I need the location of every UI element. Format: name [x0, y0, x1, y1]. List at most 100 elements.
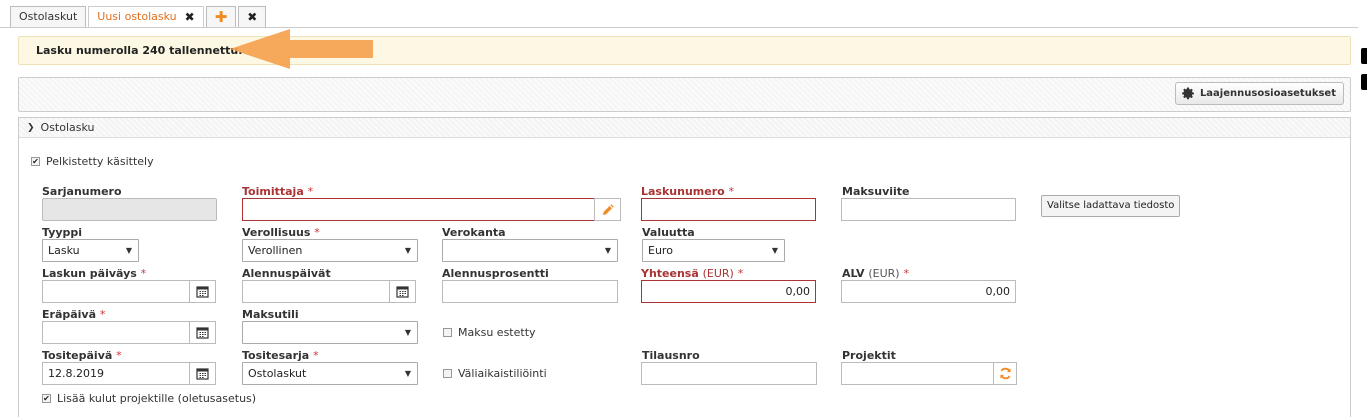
checkbox-label: Maksu estetty — [458, 326, 536, 339]
extensions-settings-button[interactable]: Laajennusosioasetukset — [1174, 82, 1344, 105]
tab-bar: Ostolaskut Uusi ostolasku ✖ ✚ ✖ — [10, 6, 268, 27]
valiaikaistilointi-checkbox[interactable]: Väliaikaistiliöinti — [443, 367, 547, 380]
erapaiva-field[interactable] — [42, 321, 190, 344]
chevron-down-icon: ❯ — [27, 122, 35, 133]
label-text: Tositepäivä — [42, 349, 113, 362]
chevron-down-icon: ▼ — [404, 369, 411, 378]
date-picker-button[interactable] — [189, 362, 216, 385]
unit-text: (EUR) — [868, 267, 900, 280]
gear-icon — [1182, 87, 1194, 100]
sarjanumero-field — [42, 198, 217, 221]
edit-supplier-button[interactable] — [594, 198, 621, 221]
tab-divider — [0, 27, 1358, 28]
toimittaja-label: Toimittaja * — [242, 185, 313, 198]
checkbox-label: Väliaikaistiliöinti — [458, 367, 547, 380]
projektit-label: Projektit — [842, 349, 896, 362]
laskunumero-field[interactable] — [641, 198, 816, 221]
maksuviite-label: Maksuviite — [842, 185, 910, 198]
chevron-down-icon: ▼ — [125, 246, 132, 255]
label-text: Toimittaja — [242, 185, 304, 198]
calendar-icon — [196, 368, 209, 380]
select-value: Verollinen — [248, 244, 303, 257]
laskun-paivays-label: Laskun päiväys * — [42, 267, 146, 280]
laskun-paivays-field[interactable] — [42, 280, 190, 303]
required-marker: * — [737, 267, 744, 280]
maksu-estetty-checkbox[interactable]: Maksu estetty — [443, 326, 536, 339]
maksuviite-field[interactable] — [841, 198, 1016, 221]
label-text: Verollisuus — [242, 226, 311, 239]
verollisuus-label: Verollisuus * — [242, 226, 320, 239]
verokanta-label: Verokanta — [442, 226, 506, 239]
refresh-icon — [999, 367, 1011, 380]
date-picker-button[interactable] — [189, 321, 216, 344]
chevron-down-icon: ▼ — [404, 328, 411, 337]
choose-file-button[interactable]: Valitse ladattava tiedosto — [1041, 195, 1181, 217]
tilausnro-field[interactable] — [641, 362, 817, 385]
chevron-down-icon: ▼ — [604, 246, 611, 255]
add-tab-button[interactable]: ✚ — [205, 6, 237, 27]
calendar-icon — [396, 286, 409, 298]
calendar-icon — [196, 327, 209, 339]
tab-label: Ostolaskut — [19, 10, 78, 23]
tositesarja-select[interactable]: Ostolaskut ▼ — [242, 362, 418, 385]
side-panel-handle[interactable] — [1361, 74, 1367, 90]
chevron-down-icon: ▼ — [771, 246, 778, 255]
valuutta-label: Valuutta — [642, 226, 695, 239]
label-text: ALV — [842, 267, 865, 280]
required-marker: * — [116, 349, 122, 362]
alennuspaivat-field[interactable] — [242, 280, 390, 303]
add-costs-to-project-checkbox[interactable]: ✔ Lisää kulut projektille (oletusasetus) — [42, 392, 256, 405]
maksutili-select[interactable]: ▼ — [242, 321, 418, 344]
yhteensa-field[interactable]: 0,00 — [641, 280, 816, 303]
button-label: Laajennusosioasetukset — [1199, 88, 1336, 99]
alv-label: ALV (EUR) * — [842, 267, 909, 280]
maksutili-label: Maksutili — [242, 308, 299, 321]
panel-title: Ostolasku — [40, 121, 95, 134]
checkbox-label: Lisää kulut projektille (oletusasetus) — [57, 392, 257, 405]
required-marker: * — [140, 267, 147, 280]
simplified-processing-checkbox[interactable]: ✔ Pelkistetty käsittely — [31, 155, 154, 168]
close-all-tabs-button[interactable]: ✖ — [238, 6, 267, 27]
panel-header[interactable]: ❯ Ostolasku — [19, 118, 1350, 138]
valuutta-select[interactable]: Euro ▼ — [642, 239, 785, 262]
tyyppi-select[interactable]: Lasku ▼ — [42, 239, 139, 262]
erapaiva-label: Eräpäivä * — [42, 308, 105, 321]
label-text: Yhteensä — [641, 267, 699, 280]
toolbar: Laajennusosioasetukset — [18, 77, 1351, 112]
checkbox-box[interactable]: ✔ — [31, 157, 40, 166]
refresh-projects-button[interactable] — [993, 362, 1017, 385]
required-marker: * — [728, 185, 735, 198]
close-icon: ✖ — [247, 10, 258, 24]
tositepaiva-label: Tositepäivä * — [42, 349, 122, 362]
checkbox-box[interactable] — [443, 328, 452, 337]
verokanta-select[interactable]: ▼ — [442, 239, 618, 262]
label-text: Eräpäivä — [42, 308, 97, 321]
required-marker: * — [903, 267, 909, 280]
date-picker-button[interactable] — [389, 280, 416, 303]
tilausnro-label: Tilausnro — [642, 349, 700, 362]
alennusprosentti-field[interactable] — [442, 280, 618, 303]
date-picker-button[interactable] — [189, 280, 216, 303]
tositepaiva-field[interactable]: 12.8.2019 — [42, 362, 190, 385]
tositesarja-label: Tositesarja * — [242, 349, 319, 362]
sarjanumero-label: Sarjanumero — [42, 185, 122, 198]
tab-ostolaskut[interactable]: Ostolaskut — [10, 6, 87, 27]
tab-uusi-ostolasku[interactable]: Uusi ostolasku ✖ — [88, 6, 204, 27]
required-marker: * — [307, 185, 314, 198]
required-marker: * — [99, 308, 106, 321]
projektit-field[interactable] — [841, 362, 994, 385]
chevron-down-icon: ▼ — [404, 246, 411, 255]
calendar-icon — [196, 286, 209, 298]
verollisuus-select[interactable]: Verollinen ▼ — [242, 239, 418, 262]
toimittaja-field[interactable] — [242, 198, 595, 221]
side-panel-handle[interactable] — [1361, 48, 1367, 64]
alv-field[interactable]: 0,00 — [841, 280, 1016, 303]
checkbox-box[interactable] — [443, 369, 452, 378]
unit-text: (EUR) — [702, 267, 734, 280]
select-value: Ostolaskut — [248, 367, 307, 380]
close-icon[interactable]: ✖ — [185, 7, 195, 27]
label-text: Laskun päiväys — [42, 267, 137, 280]
select-value: Lasku — [48, 244, 80, 257]
select-value: Euro — [648, 244, 673, 257]
checkbox-box[interactable]: ✔ — [42, 394, 51, 403]
